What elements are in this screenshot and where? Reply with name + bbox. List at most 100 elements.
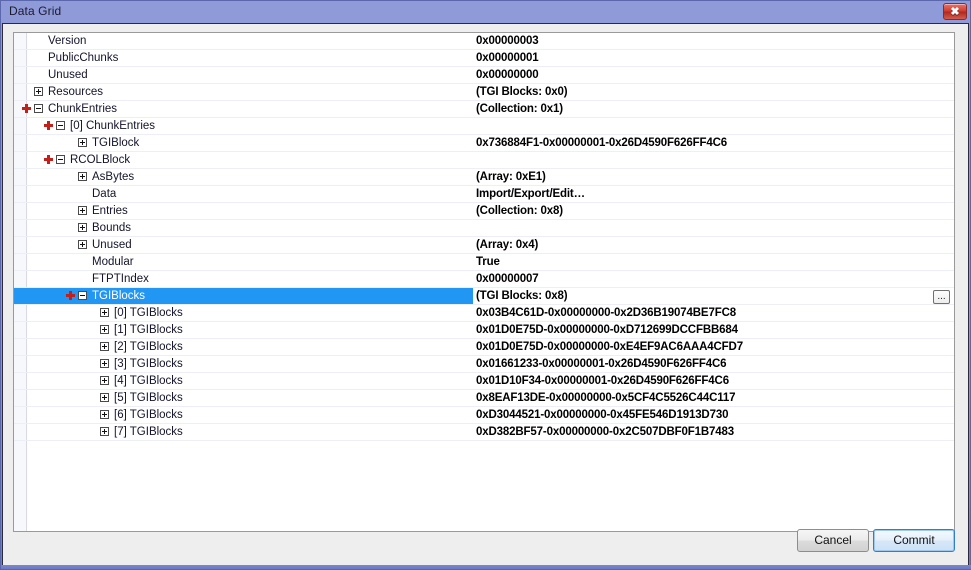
row-name-cell[interactable]: TGIBlocks <box>14 288 473 304</box>
table-row[interactable]: Bounds <box>14 220 954 237</box>
row-name-cell[interactable]: AsBytes <box>14 169 473 185</box>
row-name-cell[interactable]: PublicChunks <box>14 50 473 66</box>
collapse-icon[interactable] <box>34 104 43 113</box>
table-row[interactable]: [7] TGIBlocks 0xD382BF57-0x00000000-0x2C5… <box>14 424 954 441</box>
row-value-cell[interactable]: (Collection: 0x8) <box>476 203 954 219</box>
table-row[interactable]: [2] TGIBlocks 0x01D0E75D-0x00000000-0xE4E… <box>14 339 954 356</box>
expand-icon[interactable] <box>78 172 87 181</box>
row-value-cell[interactable]: 0x01661233-0x00000001-0x26D4590F626FF4C6 <box>476 356 954 372</box>
row-value-cell[interactable]: (TGI Blocks: 0x0) <box>476 84 954 100</box>
expand-icon[interactable] <box>100 376 109 385</box>
table-row[interactable]: AsBytes (Array: 0xE1) <box>14 169 954 186</box>
value-editor-button[interactable]: ... <box>933 290 950 304</box>
row-name-cell[interactable]: Data <box>14 186 473 202</box>
row-label: [4] TGIBlocks <box>114 375 183 387</box>
row-value-cell[interactable]: 0x01D0E75D-0x00000000-0xD712699DCCFBB684 <box>476 322 954 338</box>
collapse-icon[interactable] <box>56 155 65 164</box>
property-grid[interactable]: Version 0x00000003 PublicChunks 0x00000001 U… <box>13 32 955 532</box>
row-value-cell[interactable]: 0x01D10F34-0x00000001-0x26D4590F626FF4C6 <box>476 373 954 389</box>
row-name-cell[interactable]: [0] ChunkEntries <box>14 118 473 134</box>
row-name-cell[interactable]: [2] TGIBlocks <box>14 339 473 355</box>
table-row[interactable]: FTPTIndex 0x00000007 <box>14 271 954 288</box>
expand-icon[interactable] <box>100 342 109 351</box>
expand-icon[interactable] <box>100 393 109 402</box>
row-value-cell[interactable]: True <box>476 254 954 270</box>
table-row[interactable]: [3] TGIBlocks 0x01661233-0x00000001-0x26D… <box>14 356 954 373</box>
row-value-cell[interactable] <box>476 152 954 168</box>
table-row[interactable]: TGIBlock 0x736884F1-0x00000001-0x26D4590F… <box>14 135 954 152</box>
expand-icon[interactable] <box>100 325 109 334</box>
expand-icon[interactable] <box>100 308 109 317</box>
row-name-cell[interactable]: RCOLBlock <box>14 152 473 168</box>
expand-icon[interactable] <box>100 359 109 368</box>
row-value-cell[interactable]: (Array: 0xE1) <box>476 169 954 185</box>
table-row[interactable]: Entries (Collection: 0x8) <box>14 203 954 220</box>
table-row[interactable]: Version 0x00000003 <box>14 33 954 50</box>
table-row[interactable]: ChunkEntries (Collection: 0x1) <box>14 101 954 118</box>
row-value-cell[interactable]: 0xD3044521-0x00000000-0x45FE546D1913D730 <box>476 407 954 423</box>
table-row[interactable]: PublicChunks 0x00000001 <box>14 50 954 67</box>
table-row[interactable]: Unused 0x00000000 <box>14 67 954 84</box>
row-name-cell[interactable]: [7] TGIBlocks <box>14 424 473 440</box>
expand-icon[interactable] <box>100 410 109 419</box>
commit-button[interactable]: Commit <box>873 529 955 552</box>
table-row[interactable]: RCOLBlock <box>14 152 954 169</box>
add-item-icon[interactable] <box>44 121 53 130</box>
row-name-cell[interactable]: [5] TGIBlocks <box>14 390 473 406</box>
row-value-cell[interactable]: 0xD382BF57-0x00000000-0x2C507DBF0F1B7483 <box>476 424 954 440</box>
row-value-cell[interactable]: 0x8EAF13DE-0x00000000-0x5CF4C5526C44C117 <box>476 390 954 406</box>
row-value-cell[interactable] <box>476 220 954 236</box>
table-row[interactable]: Modular True <box>14 254 954 271</box>
expand-icon[interactable] <box>78 223 87 232</box>
row-name-cell[interactable]: FTPTIndex <box>14 271 473 287</box>
row-name-cell[interactable]: Unused <box>14 237 473 253</box>
row-value-cell[interactable]: (Array: 0x4) <box>476 237 954 253</box>
expand-icon[interactable] <box>78 240 87 249</box>
row-value-cell[interactable]: 0x00000003 <box>476 33 954 49</box>
table-row[interactable]: Resources (TGI Blocks: 0x0) <box>14 84 954 101</box>
row-name-cell[interactable]: Version <box>14 33 473 49</box>
row-name-cell[interactable]: [3] TGIBlocks <box>14 356 473 372</box>
row-name-cell[interactable]: ChunkEntries <box>14 101 473 117</box>
row-value-cell[interactable]: 0x01D0E75D-0x00000000-0xE4EF9AC6AAA4CFD7 <box>476 339 954 355</box>
collapse-icon[interactable] <box>78 291 87 300</box>
expand-icon[interactable] <box>78 206 87 215</box>
row-value-cell[interactable]: 0x00000001 <box>476 50 954 66</box>
expand-icon[interactable] <box>78 138 87 147</box>
row-value-cell[interactable]: (Collection: 0x1) <box>476 101 954 117</box>
row-name-cell[interactable]: [0] TGIBlocks <box>14 305 473 321</box>
row-name-cell[interactable]: Resources <box>14 84 473 100</box>
table-row[interactable]: [0] ChunkEntries <box>14 118 954 135</box>
row-name-cell[interactable]: Bounds <box>14 220 473 236</box>
row-value-cell[interactable]: Import/Export/Edit… <box>476 186 954 202</box>
close-icon[interactable]: ✖ <box>943 3 967 20</box>
add-item-icon[interactable] <box>44 155 53 164</box>
row-name-cell[interactable]: Entries <box>14 203 473 219</box>
expand-icon[interactable] <box>34 87 43 96</box>
row-name-cell[interactable]: [6] TGIBlocks <box>14 407 473 423</box>
table-row[interactable]: Unused (Array: 0x4) <box>14 237 954 254</box>
table-row[interactable]: [5] TGIBlocks 0x8EAF13DE-0x00000000-0x5CF… <box>14 390 954 407</box>
row-name-cell[interactable]: Unused <box>14 67 473 83</box>
table-row[interactable]: [1] TGIBlocks 0x01D0E75D-0x00000000-0xD71… <box>14 322 954 339</box>
row-value-cell[interactable]: 0x00000000 <box>476 67 954 83</box>
table-row[interactable]: TGIBlocks (TGI Blocks: 0x8) <box>14 288 954 305</box>
row-name-cell[interactable]: Modular <box>14 254 473 270</box>
row-value-cell[interactable]: 0x03B4C61D-0x00000000-0x2D36B19074BE7FC8 <box>476 305 954 321</box>
row-name-cell[interactable]: [4] TGIBlocks <box>14 373 473 389</box>
row-value-cell[interactable]: 0x736884F1-0x00000001-0x26D4590F626FF4C6 <box>476 135 954 151</box>
cancel-button[interactable]: Cancel <box>797 529 869 552</box>
collapse-icon[interactable] <box>56 121 65 130</box>
row-name-cell[interactable]: TGIBlock <box>14 135 473 151</box>
row-value-cell[interactable]: (TGI Blocks: 0x8) <box>476 288 954 304</box>
row-name-cell[interactable]: [1] TGIBlocks <box>14 322 473 338</box>
table-row[interactable]: [0] TGIBlocks 0x03B4C61D-0x00000000-0x2D3… <box>14 305 954 322</box>
expand-icon[interactable] <box>100 427 109 436</box>
row-value-cell[interactable]: 0x00000007 <box>476 271 954 287</box>
table-row[interactable]: [4] TGIBlocks 0x01D10F34-0x00000001-0x26D… <box>14 373 954 390</box>
row-value-cell[interactable] <box>476 118 954 134</box>
add-item-icon[interactable] <box>22 104 31 113</box>
table-row[interactable]: [6] TGIBlocks 0xD3044521-0x00000000-0x45F… <box>14 407 954 424</box>
add-item-icon[interactable] <box>66 291 75 300</box>
table-row[interactable]: Data Import/Export/Edit… <box>14 186 954 203</box>
